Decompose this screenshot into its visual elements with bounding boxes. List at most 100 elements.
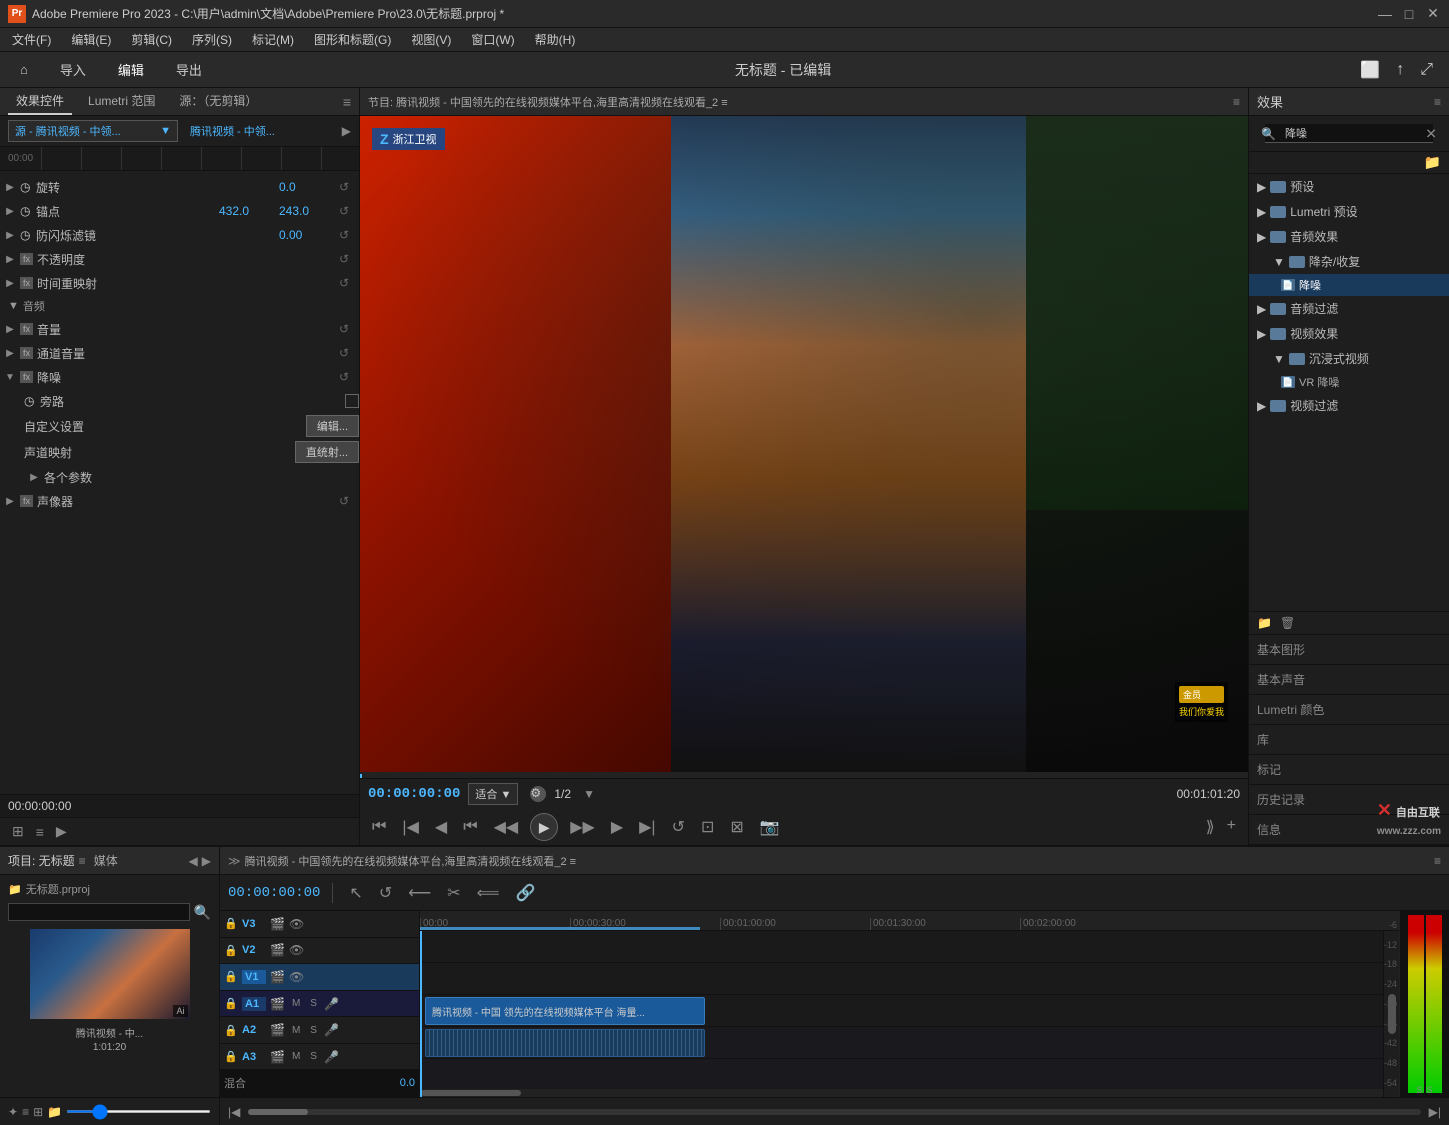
v3-eye[interactable]: 👁 [289, 917, 304, 931]
basic-graphics-section[interactable]: 基本图形 [1249, 635, 1449, 665]
menu-graphics[interactable]: 图形和标题(G) [306, 29, 399, 50]
anchor-x[interactable]: 432.0 [219, 204, 279, 218]
filter-icon[interactable]: ⊞ [8, 821, 28, 842]
timeline-timecode[interactable]: 00:00:00:00 [228, 885, 320, 901]
a3-solo[interactable]: S [307, 1050, 320, 1063]
tl-rate-tool[interactable]: ⟵ [404, 881, 435, 905]
play-button[interactable]: ▶ [530, 813, 558, 841]
v3-lock[interactable]: 🔒 [224, 917, 238, 931]
library-section[interactable]: 库 [1249, 725, 1449, 755]
project-menu-icon[interactable]: ≡ [79, 854, 86, 868]
new-bin-icon[interactable]: 📁 [1257, 616, 1272, 630]
step-back-icon[interactable]: ⏮ [459, 816, 481, 838]
direct-button[interactable]: 直统射... [295, 441, 359, 463]
a2-solo[interactable]: S [307, 1024, 320, 1037]
settings-wrench[interactable]: ⚙ [530, 786, 546, 802]
monitor-scrubber[interactable] [360, 772, 1248, 778]
a1-clip[interactable] [425, 1029, 705, 1057]
a3-lock[interactable]: 🔒 [224, 1050, 238, 1064]
a2-lock[interactable]: 🔒 [224, 1023, 238, 1037]
menu-file[interactable]: 文件(F) [4, 29, 59, 50]
noise-cat-header[interactable]: ▼ 降杂/收复 [1249, 249, 1449, 274]
antiflicker-stopwatch[interactable]: ◷ [20, 228, 36, 242]
close-button[interactable]: ✕ [1425, 6, 1441, 22]
home-button[interactable]: ⌂ [12, 58, 36, 81]
export-button[interactable]: 导出 [168, 56, 210, 83]
lift-icon[interactable]: ⊡ [697, 815, 718, 839]
v2-lock[interactable]: 🔒 [224, 943, 238, 957]
minimize-button[interactable]: — [1377, 6, 1393, 22]
list-icon[interactable]: ≡ [22, 1105, 29, 1119]
zoom-slider[interactable] [66, 1110, 211, 1113]
timeline-panel-icon[interactable]: ≫ [228, 854, 241, 868]
effects-menu-icon[interactable]: ≡ [1434, 95, 1441, 109]
lumetri-colors-section[interactable]: Lumetri 颜色 [1249, 695, 1449, 725]
project-folder[interactable]: 📁 无标题.prproj [4, 879, 215, 899]
step-fwd-icon[interactable]: ▶ [607, 815, 627, 839]
panner-expand[interactable]: ▶ [0, 496, 20, 507]
tl-select-tool[interactable]: ↖ [345, 881, 366, 905]
fit-dropdown[interactable]: 适合 ▼ [468, 783, 518, 805]
timeremap-expand[interactable]: ▶ [0, 278, 20, 289]
antiflicker-expand[interactable]: ▶ [0, 230, 20, 241]
project-search-icon[interactable]: 🔍 [194, 904, 211, 921]
monitor-menu[interactable]: ≡ [1233, 95, 1240, 109]
v3-filmstrip[interactable]: 🎬 [270, 917, 285, 931]
audio-section-header[interactable]: ▼ 音频 [0, 295, 359, 317]
a1-lock[interactable]: 🔒 [224, 997, 238, 1011]
maximize-button[interactable]: □ [1401, 6, 1417, 22]
panner-reset[interactable]: ↺ [339, 494, 359, 508]
presets-header[interactable]: ▶ 预设 [1249, 174, 1449, 199]
next-edit-icon[interactable]: ▶| [635, 815, 659, 839]
folder-icon-bottom[interactable]: 📁 [47, 1105, 62, 1119]
playhead[interactable] [420, 931, 422, 1097]
media-tab[interactable]: 媒体 [94, 852, 118, 869]
bypass-checkbox[interactable] [345, 394, 359, 408]
opacity-reset[interactable]: ↺ [339, 252, 359, 266]
audio-filter-header[interactable]: ▶ 音频过滤 [1249, 296, 1449, 321]
tab-lumetri-scope[interactable]: Lumetri 范围 [80, 88, 163, 115]
monitor-timecode[interactable]: 00:00:00:00 [368, 786, 460, 802]
effects-folder-icon[interactable]: 📁 [1424, 154, 1441, 171]
tl-slip-tool[interactable]: ⟸ [473, 881, 504, 905]
v1-clip[interactable]: 腾讯视频 - 中国 领先的在线视频媒体平台 海量... [425, 997, 705, 1025]
h-scrollbar[interactable] [420, 1089, 1399, 1097]
clip-controls[interactable]: ▶ [342, 124, 351, 138]
edit-button[interactable]: 编辑 [110, 56, 152, 83]
menu-view[interactable]: 视图(V) [403, 29, 459, 50]
extract-icon[interactable]: ⊠ [726, 815, 747, 839]
wrench-icon[interactable]: ⟫ [1202, 815, 1219, 839]
vr-noise-item[interactable]: 📄 VR 降噪 [1249, 371, 1449, 393]
opacity-expand[interactable]: ▶ [0, 254, 20, 265]
rotation-expand[interactable]: ▶ [0, 182, 20, 193]
audio-fx-header[interactable]: ▶ 音频效果 [1249, 224, 1449, 249]
prev-frame-icon[interactable]: ◀◀ [490, 815, 523, 839]
anchor-reset[interactable]: ↺ [339, 204, 359, 218]
h-scrollbar-thumb[interactable] [421, 1090, 521, 1096]
panel-menu-icon[interactable]: ≡ [343, 94, 351, 110]
tl-ripple-tool[interactable]: ↺ [375, 881, 396, 905]
share-icon[interactable]: ↑ [1392, 59, 1408, 81]
timeline-ruler[interactable]: 00:00 00:00:30:00 00:01:00:00 00:01:30:0… [420, 911, 1399, 931]
project-search-input[interactable] [8, 903, 190, 921]
rotation-value[interactable]: 0.0 [279, 180, 339, 194]
a1-mic[interactable]: 🎤 [324, 997, 339, 1011]
effects-search-input[interactable] [1265, 124, 1433, 143]
media-thumbnail[interactable]: Ai [30, 929, 190, 1019]
a1-mute[interactable]: M [289, 997, 303, 1010]
menu-sequence[interactable]: 序列(S) [184, 29, 240, 50]
source-dropdown[interactable]: 源 - 腾讯视频 - 中领... ▼ [8, 120, 178, 142]
video-filter-header[interactable]: ▶ 视频过滤 [1249, 393, 1449, 418]
tab-effect-controls[interactable]: 效果控件 [8, 88, 72, 115]
antiflicker-reset[interactable]: ↺ [339, 228, 359, 242]
v2-eye[interactable]: 👁 [289, 943, 304, 957]
anchor-stopwatch[interactable]: ◷ [20, 204, 36, 218]
tl-link-tool[interactable]: 🔗 [512, 881, 540, 905]
volume-expand[interactable]: ▶ [0, 324, 20, 335]
each-param-expand[interactable]: ▶ [24, 472, 44, 483]
back-frame-icon[interactable]: ◀ [431, 815, 451, 839]
a3-mic[interactable]: 🎤 [324, 1050, 339, 1064]
a3-icon[interactable]: 🎬 [270, 1050, 285, 1064]
volume-reset[interactable]: ↺ [339, 322, 359, 336]
anchor-y[interactable]: 243.0 [279, 204, 339, 218]
